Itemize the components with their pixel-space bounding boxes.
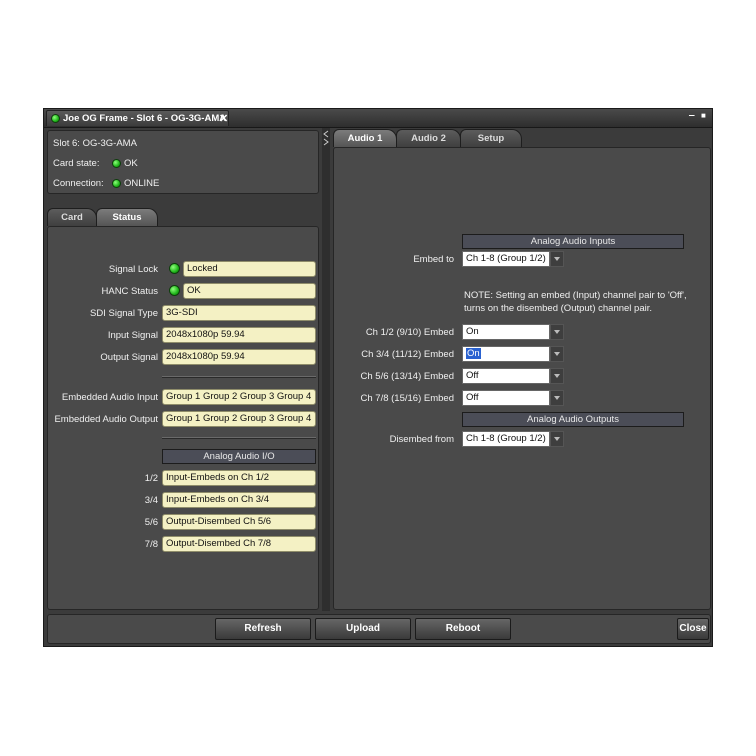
chevron-down-icon[interactable] xyxy=(550,251,564,267)
maximize-icon[interactable]: ■ xyxy=(701,111,706,120)
output-signal-value: 2048x1080p 59.94 xyxy=(162,349,316,365)
disembed-from-label: Disembed from xyxy=(389,434,454,445)
embedded-audio-input-label: Embedded Audio Input xyxy=(61,392,158,403)
button-bar: Refresh Upload Reboot Close xyxy=(47,614,711,644)
tab-audio-1[interactable]: Audio 1 xyxy=(333,129,397,147)
card-state-label: Card state: xyxy=(53,158,100,169)
analog-audio-inputs-header: Analog Audio Inputs xyxy=(462,234,684,249)
tab-audio-2[interactable]: Audio 2 xyxy=(396,129,461,147)
ch34-embed-select[interactable]: On xyxy=(462,346,550,362)
embed-to-select[interactable]: Ch 1-8 (Group 1/2) xyxy=(462,251,550,267)
note-text-line1: NOTE: Setting an embed (Input) channel p… xyxy=(464,290,687,301)
hanc-status-led-icon xyxy=(169,285,180,296)
io-row-value: Input-Embeds on Ch 1/2 xyxy=(162,470,316,486)
note-text-line2: turns on the disembed (Output) channel p… xyxy=(464,303,653,314)
tab-setup[interactable]: Setup xyxy=(460,129,522,147)
disembed-from-select[interactable]: Ch 1-8 (Group 1/2) xyxy=(462,431,550,447)
upload-button[interactable]: Upload xyxy=(315,618,411,640)
input-signal-value: 2048x1080p 59.94 xyxy=(162,327,316,343)
ch12-embed-select[interactable]: On xyxy=(462,324,550,340)
ch56-embed-select[interactable]: Off xyxy=(462,368,550,384)
io-row-value: Output-Disembed Ch 7/8 xyxy=(162,536,316,552)
card-state-led-icon xyxy=(112,159,121,168)
connection-label: Connection: xyxy=(53,178,104,189)
hanc-status-label: HANC Status xyxy=(101,286,159,297)
refresh-button[interactable]: Refresh xyxy=(215,618,311,640)
app-window: Joe OG Frame - Slot 6 - OG-3G-AMA ✕ ‒ ■ … xyxy=(43,108,713,647)
close-button[interactable]: Close xyxy=(677,618,709,640)
ch12-embed-label: Ch 1/2 (9/10) Embed xyxy=(365,327,454,338)
hanc-status-value: OK xyxy=(183,283,316,299)
status-led-icon xyxy=(51,114,60,123)
title-bar: Joe OG Frame - Slot 6 - OG-3G-AMA ✕ ‒ ■ xyxy=(44,109,712,128)
card-info-panel: Slot 6: OG-3G-AMA Card state: OK Connect… xyxy=(47,130,319,194)
analog-audio-outputs-header: Analog Audio Outputs xyxy=(462,412,684,427)
separator xyxy=(162,437,316,439)
minimize-icon[interactable]: ‒ xyxy=(689,110,695,121)
chevron-down-icon[interactable] xyxy=(550,346,564,362)
chevron-down-icon[interactable] xyxy=(550,431,564,447)
card-state-value: OK xyxy=(124,158,138,169)
panel-splitter[interactable] xyxy=(322,128,330,611)
chevron-down-icon[interactable] xyxy=(550,390,564,406)
io-row-label: 1/2 xyxy=(144,473,158,484)
signal-lock-label: Signal Lock xyxy=(108,264,158,275)
sdi-type-value: 3G-SDI xyxy=(162,305,316,321)
status-panel: Signal Lock Locked HANC Status OK SDI Si… xyxy=(47,226,319,610)
tab-card[interactable]: Card xyxy=(47,208,97,226)
ch78-embed-label: Ch 7/8 (15/16) Embed xyxy=(360,393,454,404)
embedded-audio-output-label: Embedded Audio Output xyxy=(54,414,158,425)
io-row-label: 3/4 xyxy=(144,495,158,506)
connection-led-icon xyxy=(112,179,121,188)
ch78-embed-select[interactable]: Off xyxy=(462,390,550,406)
analog-audio-io-header: Analog Audio I/O xyxy=(162,449,316,464)
embed-to-label: Embed to xyxy=(413,254,454,265)
collapse-arrows-icon[interactable] xyxy=(323,130,329,146)
slot-label: Slot 6: OG-3G-AMA xyxy=(53,138,137,149)
input-signal-label: Input Signal xyxy=(107,330,158,341)
window-tab[interactable]: Joe OG Frame - Slot 6 - OG-3G-AMA ✕ xyxy=(46,110,229,126)
window-title: Joe OG Frame - Slot 6 - OG-3G-AMA xyxy=(63,113,227,124)
connection-value: ONLINE xyxy=(124,178,160,189)
signal-lock-led-icon xyxy=(169,263,180,274)
separator xyxy=(162,376,316,378)
io-row-value: Output-Disembed Ch 5/6 xyxy=(162,514,316,530)
selected-text: On xyxy=(466,348,481,359)
ch34-embed-label: Ch 3/4 (11/12) Embed xyxy=(361,349,454,360)
io-row-value: Input-Embeds on Ch 3/4 xyxy=(162,492,316,508)
embedded-audio-output-value: Group 1 Group 2 Group 3 Group 4 xyxy=(162,411,316,427)
output-signal-label: Output Signal xyxy=(100,352,158,363)
reboot-button[interactable]: Reboot xyxy=(415,618,511,640)
chevron-down-icon[interactable] xyxy=(550,368,564,384)
chevron-down-icon[interactable] xyxy=(550,324,564,340)
io-row-label: 7/8 xyxy=(144,539,158,550)
ch56-embed-label: Ch 5/6 (13/14) Embed xyxy=(360,371,454,382)
audio1-panel: Analog Audio Inputs Embed to Ch 1-8 (Gro… xyxy=(333,147,711,610)
embedded-audio-input-value: Group 1 Group 2 Group 3 Group 4 xyxy=(162,389,316,405)
io-row-label: 5/6 xyxy=(144,517,158,528)
close-tab-icon[interactable]: ✕ xyxy=(219,112,228,125)
signal-lock-value: Locked xyxy=(183,261,316,277)
tab-status[interactable]: Status xyxy=(96,208,158,226)
sdi-type-label: SDI Signal Type xyxy=(90,308,158,319)
